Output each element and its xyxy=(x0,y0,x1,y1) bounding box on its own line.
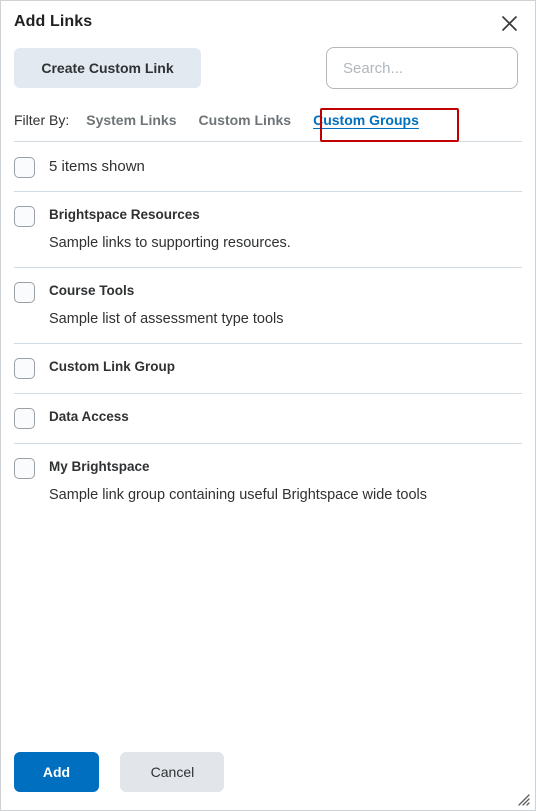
list-item[interactable]: Course Tools Sample list of assessment t… xyxy=(14,268,522,343)
items-shown-count: 5 items shown xyxy=(49,158,145,175)
page-title: Add Links xyxy=(14,13,93,30)
row-title: Custom Link Group xyxy=(49,359,175,374)
row-title: Data Access xyxy=(49,409,129,424)
close-icon xyxy=(501,15,518,32)
list-item[interactable]: Brightspace Resources Sample links to su… xyxy=(14,192,522,267)
create-custom-link-button[interactable]: Create Custom Link xyxy=(14,48,201,88)
tab-custom-links[interactable]: Custom Links xyxy=(199,110,292,130)
resize-grip-icon[interactable] xyxy=(514,790,530,806)
links-list: 5 items shown Brightspace Resources Samp… xyxy=(1,141,535,732)
row-description: Sample link group containing useful Brig… xyxy=(49,487,428,503)
row-content: My Brightspace Sample link group contain… xyxy=(49,457,522,505)
dialog-footer: Add Cancel xyxy=(1,732,535,810)
cancel-button[interactable]: Cancel xyxy=(120,752,225,792)
row-checkbox[interactable] xyxy=(14,458,35,479)
dialog-header: Add Links xyxy=(1,1,535,43)
add-button[interactable]: Add xyxy=(14,752,99,792)
dialog-action-row: Create Custom Link xyxy=(1,43,535,99)
tab-system-links[interactable]: System Links xyxy=(86,110,176,130)
row-checkbox[interactable] xyxy=(14,358,35,379)
close-button[interactable] xyxy=(495,9,523,37)
row-content: Custom Link Group xyxy=(49,357,522,376)
add-links-dialog: Add Links Create Custom Link Search... F… xyxy=(0,0,536,811)
row-content: Course Tools Sample list of assessment t… xyxy=(49,281,522,329)
list-item[interactable]: Custom Link Group xyxy=(14,344,522,393)
tab-custom-groups[interactable]: Custom Groups xyxy=(313,110,419,130)
row-checkbox[interactable] xyxy=(14,408,35,429)
list-item[interactable]: Data Access xyxy=(14,394,522,443)
select-all-checkbox[interactable] xyxy=(14,157,35,178)
list-item[interactable]: My Brightspace Sample link group contain… xyxy=(14,444,522,519)
row-title: My Brightspace xyxy=(49,459,150,474)
row-description: Sample links to supporting resources. xyxy=(49,235,291,251)
row-title: Course Tools xyxy=(49,283,135,298)
filter-bar: Filter By: System Links Custom Links Cus… xyxy=(1,99,535,141)
search-box[interactable] xyxy=(326,47,535,89)
search-input[interactable] xyxy=(327,48,535,88)
row-content: Brightspace Resources Sample links to su… xyxy=(49,205,522,253)
row-checkbox[interactable] xyxy=(14,206,35,227)
row-description: Sample list of assessment type tools xyxy=(49,311,284,327)
row-checkbox[interactable] xyxy=(14,282,35,303)
list-item-summary[interactable]: 5 items shown xyxy=(14,142,522,191)
row-title: Brightspace Resources xyxy=(49,207,200,222)
row-content: Data Access xyxy=(49,407,522,426)
filter-by-label: Filter By: xyxy=(14,112,70,128)
